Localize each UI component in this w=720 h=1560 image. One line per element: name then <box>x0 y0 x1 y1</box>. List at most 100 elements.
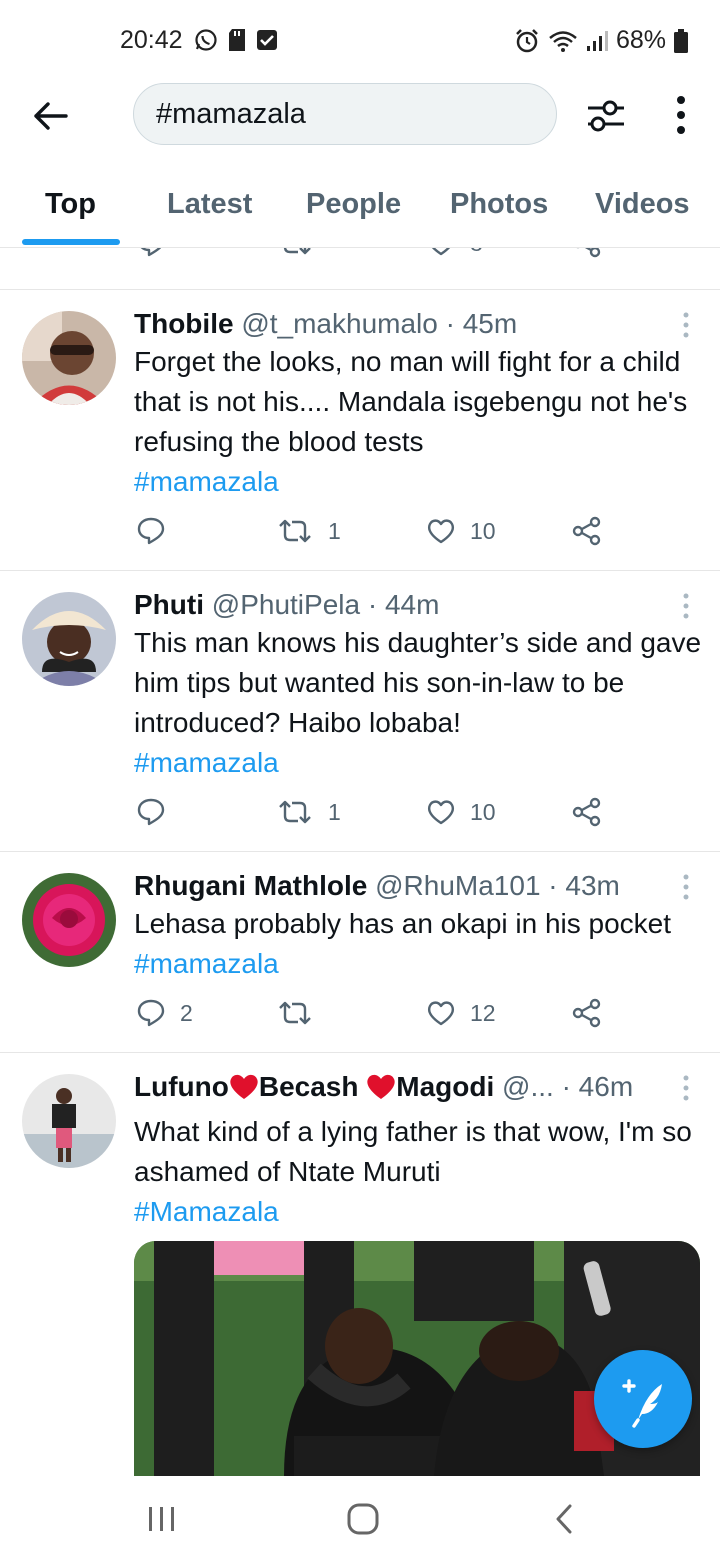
red-heart-icon <box>367 1074 395 1099</box>
like-button[interactable]: 8 <box>426 248 483 258</box>
heart-icon <box>432 248 450 256</box>
tweet-menu-icon[interactable] <box>680 310 692 340</box>
reply-count: 2 <box>180 999 193 1026</box>
retweet-count: 1 <box>328 517 341 544</box>
tweet-time: · 43m <box>548 870 620 901</box>
user-handle: @PhutiPela <box>211 589 361 620</box>
tweet-menu-icon[interactable] <box>680 591 692 621</box>
reply-icon <box>137 999 165 1027</box>
tweet-body: This man knows his daughter’s side and g… <box>134 627 702 738</box>
avatar[interactable] <box>22 592 116 686</box>
reply-button[interactable] <box>136 516 166 546</box>
hashtag-link[interactable]: #mamazala <box>134 747 279 778</box>
like-button[interactable]: 10 <box>426 516 496 546</box>
share-icon <box>572 998 601 1028</box>
status-bar: 20:42 68% <box>0 0 720 80</box>
tweet-item[interactable]: Rhugani Mathlole @RhuMa101 · 43m Lehasa … <box>0 852 720 1053</box>
like-count: 10 <box>470 798 496 825</box>
tweet-menu-icon[interactable] <box>680 1073 692 1103</box>
search-query: #mamazala <box>156 98 306 130</box>
heart-icon <box>427 1001 455 1026</box>
reply-button[interactable] <box>136 797 166 827</box>
user-handle: @RhuMa101 <box>375 870 541 901</box>
hashtag-link[interactable]: #mamazala <box>134 948 279 979</box>
display-name[interactable]: Thobile <box>134 308 234 339</box>
share-icon <box>572 516 601 546</box>
tab-videos[interactable]: Videos <box>595 188 690 221</box>
display-name[interactable]: Lufuno Becash Magodi <box>134 1071 494 1102</box>
share-icon <box>576 248 601 258</box>
signal-icon <box>586 30 608 51</box>
compose-tweet-button[interactable] <box>594 1350 692 1448</box>
tweet-actions: 1 10 <box>0 797 720 837</box>
heart-icon <box>427 519 455 544</box>
tweet-actions: 1 10 <box>0 516 720 556</box>
tweet-body: Forget the looks, no man will fight for … <box>134 346 688 457</box>
like-count: 10 <box>470 517 496 544</box>
tweet-text: Forget the looks, no man will fight for … <box>134 342 704 502</box>
hashtag-link[interactable]: #mamazala <box>134 466 279 497</box>
red-heart-icon <box>230 1074 258 1099</box>
tweet-text: This man knows his daughter’s side and g… <box>134 623 704 783</box>
avatar[interactable] <box>22 873 116 967</box>
display-name-part: Becash <box>258 1071 367 1102</box>
retweet-button[interactable] <box>276 998 314 1028</box>
tab-top[interactable]: Top <box>45 188 96 221</box>
like-button[interactable]: 10 <box>426 797 496 827</box>
display-name-part: Magodi <box>396 1071 495 1102</box>
share-button[interactable] <box>572 797 602 827</box>
back-arrow-icon[interactable] <box>30 96 70 136</box>
tab-photos[interactable]: Photos <box>450 188 548 221</box>
home-icon[interactable] <box>347 1503 379 1535</box>
reply-button[interactable] <box>136 248 166 258</box>
tweet-time: · 45m <box>445 308 518 339</box>
tweet-menu-icon[interactable] <box>680 872 692 902</box>
tab-people[interactable]: People <box>306 188 401 221</box>
user-handle: @t_makhumalo <box>241 308 438 339</box>
display-name[interactable]: Phuti <box>134 589 204 620</box>
alarm-icon <box>516 28 538 52</box>
tweet-actions: 2 12 <box>0 998 720 1038</box>
like-count: 8 <box>470 248 483 257</box>
share-button[interactable] <box>572 998 602 1028</box>
retweet-button[interactable] <box>276 248 314 258</box>
check-box-icon <box>257 30 277 50</box>
display-name-part: Lufuno <box>134 1071 229 1102</box>
search-input[interactable]: #mamazala <box>133 83 557 145</box>
display-name[interactable]: Rhugani Mathlole <box>134 870 367 901</box>
tweet-body: Lehasa probably has an okapi in his pock… <box>134 908 672 939</box>
reply-icon <box>137 517 165 545</box>
system-nav-bar <box>0 1476 720 1560</box>
hashtag-link[interactable]: #Mamazala <box>134 1196 279 1227</box>
search-filter-icon[interactable] <box>584 94 628 138</box>
reply-button[interactable]: 2 <box>136 998 193 1028</box>
active-tab-indicator <box>22 239 120 245</box>
tweet-item[interactable]: Thobile @t_makhumalo · 45m Forget the lo… <box>0 290 720 571</box>
heart-icon <box>427 800 455 825</box>
search-header: #mamazala <box>0 80 720 150</box>
tab-latest[interactable]: Latest <box>167 188 252 221</box>
like-count: 12 <box>470 999 496 1026</box>
avatar[interactable] <box>22 1074 116 1168</box>
share-icon <box>572 797 601 827</box>
retweet-button[interactable]: 1 <box>276 797 341 827</box>
compose-feather-icon <box>622 1379 662 1428</box>
share-button[interactable] <box>572 248 602 258</box>
battery-icon <box>674 28 688 53</box>
tweet-item[interactable]: Phuti @PhutiPela · 44m This man knows hi… <box>0 571 720 852</box>
more-options-icon[interactable] <box>666 94 696 138</box>
retweet-count: 1 <box>328 798 341 825</box>
share-button[interactable] <box>572 516 602 546</box>
retweet-icon <box>283 248 311 255</box>
search-tabs: Top Latest People Photos Videos <box>0 170 720 248</box>
recent-apps-icon[interactable] <box>147 1506 177 1532</box>
like-button[interactable]: 12 <box>426 998 496 1028</box>
retweet-icon <box>279 519 311 543</box>
back-nav-icon[interactable] <box>554 1504 574 1534</box>
avatar[interactable] <box>22 311 116 405</box>
retweet-icon <box>279 1001 311 1025</box>
tweet-time: · 46m <box>561 1071 634 1102</box>
whatsapp-icon <box>195 29 217 51</box>
tweet-text: Lehasa probably has an okapi in his pock… <box>134 904 704 984</box>
retweet-button[interactable]: 1 <box>276 516 341 546</box>
